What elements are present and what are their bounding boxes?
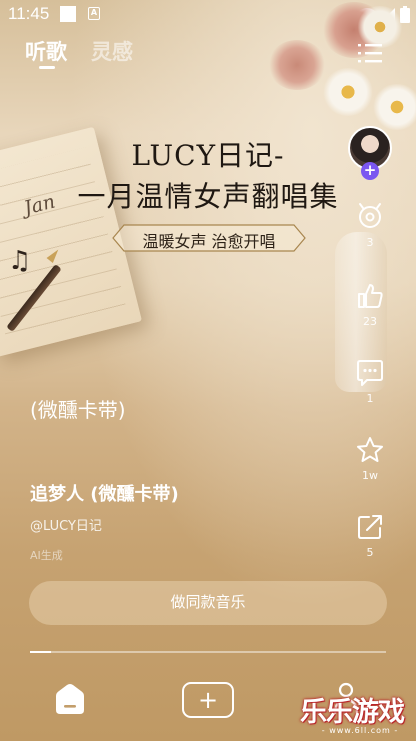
tab-inspiration-label: 灵感 <box>91 40 133 64</box>
current-lyric: (微醺卡带) <box>30 398 126 422</box>
menu-list-icon[interactable] <box>358 42 382 64</box>
player-screen: 11:45 A Jan ♫ LUCY日记- 一月温情女声翻唱集 温暖女声 治愈开… <box>0 0 416 741</box>
share-count: 5 <box>366 546 374 559</box>
remix-button[interactable]: 3 <box>348 202 392 249</box>
remix-count: 3 <box>366 236 374 249</box>
daisy-illustration <box>372 84 416 130</box>
star-icon <box>357 437 383 462</box>
top-tabs: 听歌 灵感 <box>25 36 133 69</box>
status-time: 11:45 <box>8 4 50 23</box>
favorite-count: 1w <box>362 469 378 482</box>
share-button[interactable]: 5 <box>348 512 392 559</box>
tab-listen[interactable]: 听歌 <box>25 36 67 69</box>
like-count: 23 <box>363 315 377 328</box>
song-author[interactable]: @LUCY日记 <box>30 515 102 534</box>
album-tag-banner: 温暖女声 治愈开唱 <box>112 224 306 252</box>
daisy-illustration <box>322 68 374 116</box>
make-same-music-button[interactable]: 做同款音乐 <box>29 581 387 625</box>
tab-inspiration[interactable]: 灵感 <box>91 36 133 66</box>
playback-progress-fill <box>30 651 52 653</box>
a-icon: A <box>88 7 100 20</box>
comment-icon <box>357 360 383 386</box>
tab-listen-label: 听歌 <box>25 40 67 64</box>
rose-illustration <box>268 40 326 90</box>
site-watermark: 乐乐游戏 <box>300 697 405 728</box>
remix-icon <box>359 203 381 228</box>
playback-progress-bar[interactable] <box>30 651 386 653</box>
add-icon: + <box>197 686 219 714</box>
song-title: 追梦人 (微醺卡带) <box>30 484 179 505</box>
music-note-icon: ♫ <box>8 246 32 276</box>
home-icon[interactable] <box>53 682 87 716</box>
comment-count: 1 <box>366 392 374 405</box>
follow-button[interactable]: + <box>361 162 379 180</box>
notification-square-icon <box>60 6 76 22</box>
active-tab-indicator <box>39 66 55 69</box>
album-tag: 温暖女声 治愈开唱 <box>142 232 276 251</box>
add-button[interactable]: + <box>182 682 234 718</box>
thumbs-up-icon <box>358 284 383 308</box>
comment-button[interactable]: 1 <box>348 358 392 405</box>
site-watermark-url: - www.6ll.com - <box>321 726 399 735</box>
ai-generated-label: AI生成 <box>30 549 63 562</box>
like-button[interactable]: 23 <box>348 281 392 328</box>
share-icon <box>358 515 382 539</box>
favorite-button[interactable]: 1w <box>348 435 392 482</box>
